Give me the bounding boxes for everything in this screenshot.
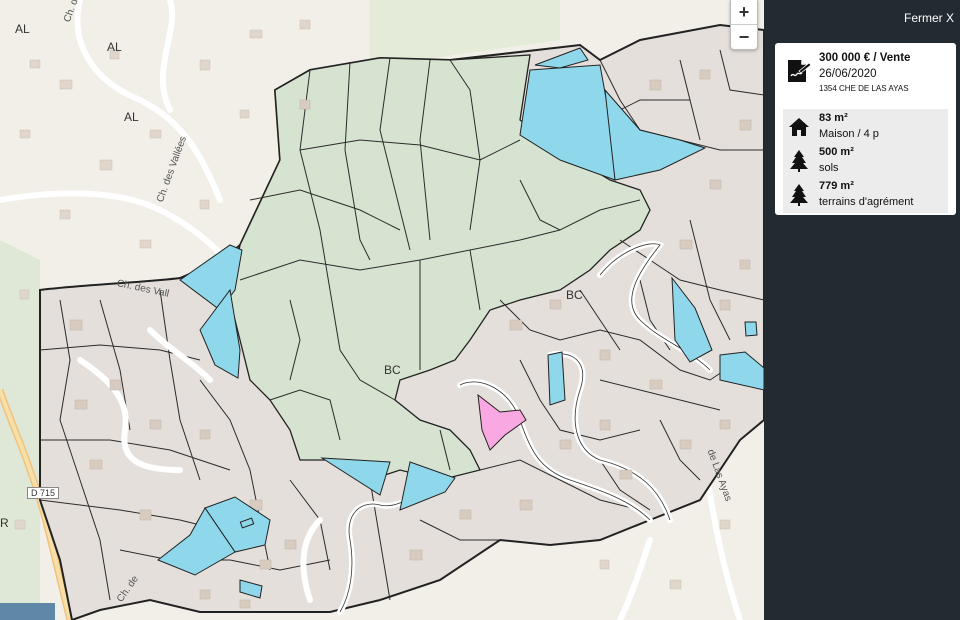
zone-label: R [0, 516, 9, 530]
detail-row-built: 83 m² Maison / 4 p [783, 111, 948, 145]
tree-icon [790, 184, 808, 206]
zone-label: AL [15, 22, 30, 36]
sale-header: 300 000 € / Vente 26/06/2020 1354 CHE DE… [775, 43, 956, 103]
sale-address: 1354 CHE DE LAS AYAS [819, 84, 909, 93]
tree-icon [790, 150, 808, 172]
zone-label: BC [566, 288, 583, 302]
detail-value: 779 m² [819, 180, 854, 192]
zone-label: BC [384, 363, 401, 377]
detail-label: terrains d'agrément [819, 196, 914, 208]
detail-label: Maison / 4 p [819, 128, 879, 140]
close-button[interactable]: Fermer X [904, 11, 954, 25]
zone-label: AL [124, 110, 139, 124]
house-icon [789, 118, 809, 136]
contract-icon [788, 60, 811, 82]
road-number-badge: D 715 [27, 487, 60, 499]
detail-value: 500 m² [819, 146, 854, 158]
property-details: 83 m² Maison / 4 p 500 m² sols 779 m² te… [783, 109, 948, 213]
sale-price: 300 000 € / Vente [819, 52, 911, 64]
sale-date: 26/06/2020 [819, 68, 877, 80]
sale-card: 300 000 € / Vente 26/06/2020 1354 CHE DE… [775, 43, 956, 215]
map-canvas [0, 0, 764, 620]
cadastral-map[interactable]: AL AL AL BC BC R Ch. des Vall Ch. des Va… [0, 0, 764, 620]
zoom-out-button[interactable]: − [731, 24, 757, 49]
detail-value: 83 m² [819, 112, 848, 124]
zone-label: AL [107, 40, 122, 54]
detail-row-garden: 779 m² terrains d'agrément [783, 179, 948, 213]
detail-label: sols [819, 162, 839, 174]
zoom-control: + − [730, 0, 758, 50]
zoom-in-button[interactable]: + [731, 0, 757, 24]
detail-row-soil: 500 m² sols [783, 145, 948, 179]
